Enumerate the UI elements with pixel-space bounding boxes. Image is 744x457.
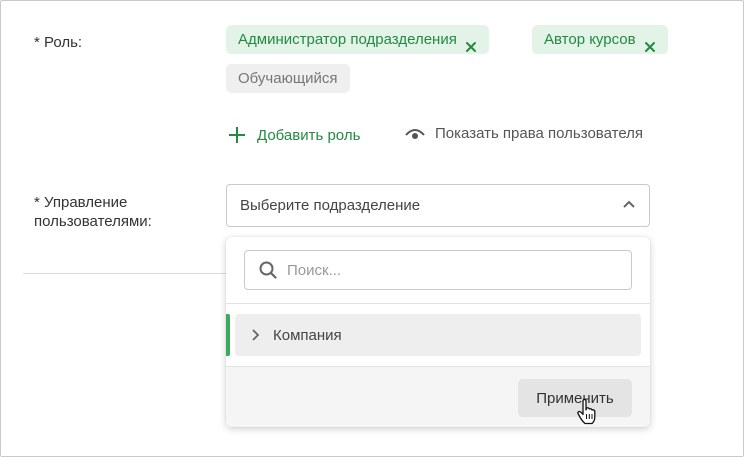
role-tag-learner: Обучающийся — [226, 64, 350, 93]
selection-indicator — [226, 314, 230, 356]
chevron-right-icon[interactable] — [251, 329, 259, 341]
remove-icon[interactable] — [465, 34, 477, 52]
plus-icon — [229, 127, 245, 143]
form-panel: * Роль: Администратор подразделения Авто… — [0, 0, 744, 457]
department-select-placeholder: Выберите подразделение — [240, 197, 421, 214]
show-rights-label: Показать права пользователя — [435, 125, 644, 142]
department-select[interactable]: Выберите подразделение — [226, 184, 650, 227]
hand-cursor-icon — [577, 399, 596, 425]
apply-button[interactable]: Применить — [518, 379, 632, 417]
management-label-line1: * Управление — [34, 194, 128, 211]
role-label: * Роль: — [34, 34, 83, 51]
role-tag-admin: Администратор подразделения — [226, 25, 489, 54]
add-role-button[interactable]: Добавить роль — [227, 125, 360, 145]
tree-item-company[interactable]: Компания — [235, 314, 641, 356]
divider — [23, 273, 227, 274]
eye-icon — [405, 128, 425, 139]
role-tag-label: Автор курсов — [544, 31, 636, 48]
role-tag-label: Администратор подразделения — [238, 31, 457, 48]
management-label: * Управление пользователями: — [34, 193, 152, 231]
add-role-label: Добавить роль — [257, 126, 361, 144]
remove-icon[interactable] — [644, 34, 656, 52]
search-box[interactable] — [244, 250, 632, 290]
show-rights-button[interactable]: Показать права пользователя — [405, 125, 643, 142]
management-label-line2: пользователями: — [34, 213, 152, 230]
search-icon — [259, 261, 277, 279]
role-tag-label: Обучающийся — [238, 70, 338, 87]
chevron-up-icon — [623, 200, 635, 208]
separator — [226, 303, 650, 304]
tree-item-label: Компания — [273, 326, 342, 344]
role-tag-course-author: Автор курсов — [532, 25, 668, 54]
search-input[interactable] — [287, 261, 607, 279]
